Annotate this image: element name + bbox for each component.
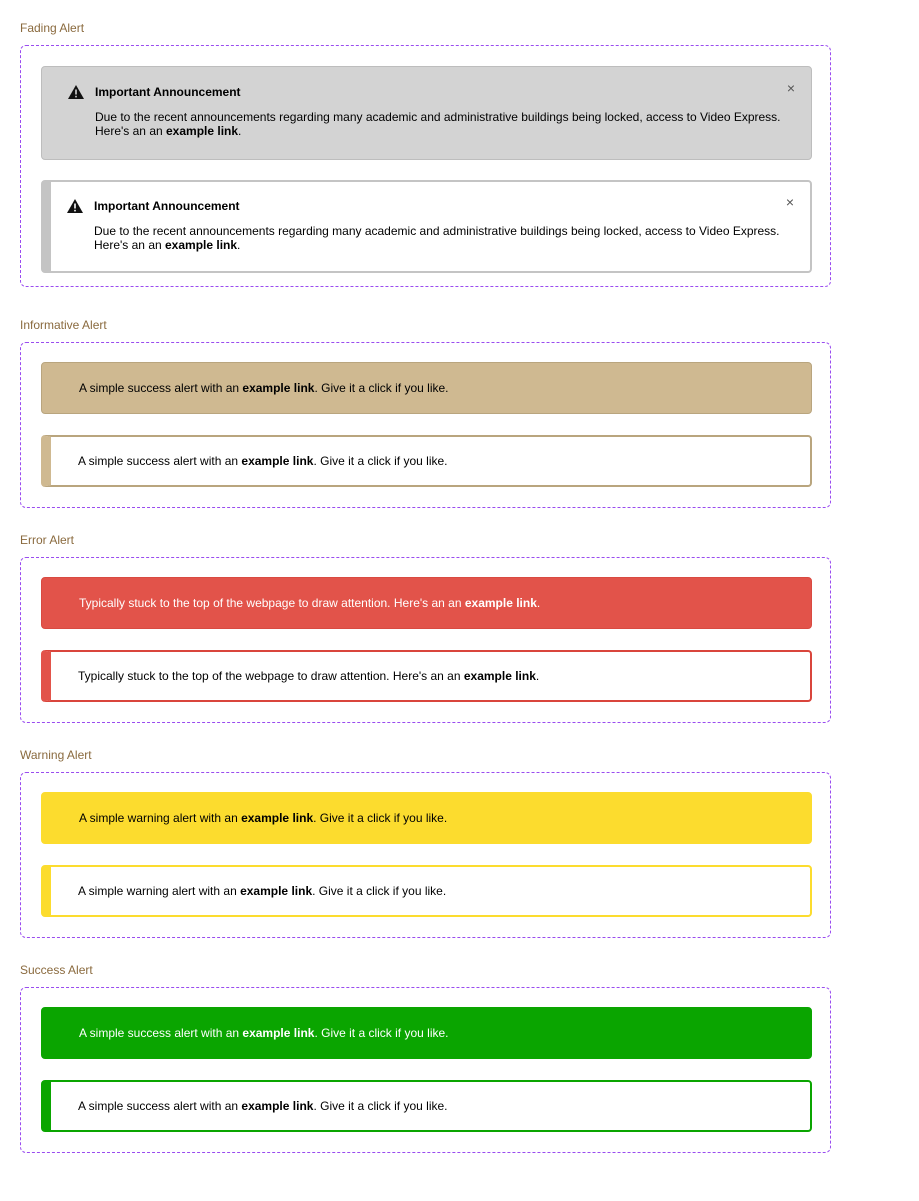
example-link[interactable]: example link bbox=[165, 238, 237, 252]
example-link[interactable]: example link bbox=[465, 596, 537, 610]
example-link[interactable]: example link bbox=[242, 381, 314, 395]
error-alert-group: Typically stuck to the top of the webpag… bbox=[20, 557, 831, 723]
alert-body-suffix: . bbox=[237, 238, 241, 252]
example-link[interactable]: example link bbox=[241, 1099, 313, 1113]
section-label-warning: Warning Alert bbox=[20, 748, 92, 762]
example-link[interactable]: example link bbox=[166, 124, 238, 138]
alert-text-suffix: . Give it a click if you like. bbox=[312, 884, 447, 898]
alert-text-suffix: . bbox=[535, 669, 540, 683]
alert-text-prefix: Typically stuck to the top of the webpag… bbox=[78, 669, 464, 683]
warning-alert-outlined: A simple warning alert with an example l… bbox=[41, 865, 812, 917]
fading-alert-group: Important Announcement Due to the recent… bbox=[20, 45, 831, 287]
alert-text-prefix: A simple success alert with an bbox=[79, 1026, 243, 1040]
example-link[interactable]: example link bbox=[241, 454, 313, 468]
alert-text-suffix: . Give it a click if you like. bbox=[314, 1026, 449, 1040]
close-icon[interactable]: × bbox=[787, 81, 795, 95]
error-alert-filled: Typically stuck to the top of the webpag… bbox=[41, 577, 812, 629]
informative-alert-filled: A simple success alert with an example l… bbox=[41, 362, 812, 414]
alert-text-prefix: A simple success alert with an bbox=[78, 454, 242, 468]
alert-text: A simple success alert with an example l… bbox=[78, 1099, 448, 1113]
warning-triangle-icon bbox=[68, 85, 84, 99]
alert-text: A simple success alert with an example l… bbox=[78, 454, 448, 468]
error-alert-outlined: Typically stuck to the top of the webpag… bbox=[41, 650, 812, 702]
example-link[interactable]: example link bbox=[240, 884, 312, 898]
alert-text-prefix: A simple warning alert with an bbox=[79, 811, 242, 825]
alert-body: Due to the recent announcements regardin… bbox=[94, 224, 794, 252]
alert-body-suffix: . bbox=[238, 124, 242, 138]
section-label-success: Success Alert bbox=[20, 963, 93, 977]
alert-text-suffix: . Give it a click if you like. bbox=[313, 811, 448, 825]
section-label-informative: Informative Alert bbox=[20, 318, 107, 332]
fading-alert-outlined: Important Announcement Due to the recent… bbox=[41, 180, 812, 273]
success-alert-outlined: A simple success alert with an example l… bbox=[41, 1080, 812, 1132]
informative-alert-group: A simple success alert with an example l… bbox=[20, 342, 831, 508]
alert-text-prefix: Typically stuck to the top of the webpag… bbox=[79, 596, 465, 610]
alert-text-suffix: . Give it a click if you like. bbox=[313, 1099, 448, 1113]
example-link[interactable]: example link bbox=[464, 669, 536, 683]
alert-text-prefix: A simple success alert with an bbox=[78, 1099, 242, 1113]
example-link[interactable]: example link bbox=[242, 1026, 314, 1040]
alert-body-prefix: Here's an an bbox=[94, 238, 165, 252]
section-label-fading: Fading Alert bbox=[20, 21, 85, 35]
alert-text: Typically stuck to the top of the webpag… bbox=[78, 669, 539, 683]
alert-body: Due to the recent announcements regardin… bbox=[95, 110, 795, 138]
success-alert-filled: A simple success alert with an example l… bbox=[41, 1007, 812, 1059]
fading-alert-filled: Important Announcement Due to the recent… bbox=[41, 66, 812, 160]
alert-text-suffix: . Give it a click if you like. bbox=[314, 381, 449, 395]
alert-body-line2: Here's an an example link. bbox=[95, 124, 795, 138]
success-alert-group: A simple success alert with an example l… bbox=[20, 987, 831, 1153]
alert-text-prefix: A simple success alert with an bbox=[79, 381, 243, 395]
example-link[interactable]: example link bbox=[241, 811, 313, 825]
close-icon[interactable]: × bbox=[786, 195, 794, 209]
alert-title: Important Announcement bbox=[94, 199, 240, 213]
alert-text: Typically stuck to the top of the webpag… bbox=[79, 596, 540, 610]
alert-text-prefix: A simple warning alert with an bbox=[78, 884, 241, 898]
alert-body-line2: Here's an an example link. bbox=[94, 238, 794, 252]
alert-body-line1: Due to the recent announcements regardin… bbox=[95, 110, 781, 124]
section-label-error: Error Alert bbox=[20, 533, 75, 547]
alert-text: A simple warning alert with an example l… bbox=[78, 884, 446, 898]
alert-body-prefix: Here's an an bbox=[95, 124, 166, 138]
alert-text: A simple success alert with an example l… bbox=[79, 1026, 449, 1040]
warning-alert-filled: A simple warning alert with an example l… bbox=[41, 792, 812, 844]
alert-title: Important Announcement bbox=[95, 85, 241, 99]
alert-text-suffix: . Give it a click if you like. bbox=[313, 454, 448, 468]
alert-text: A simple success alert with an example l… bbox=[79, 381, 449, 395]
alert-body-line1: Due to the recent announcements regardin… bbox=[94, 224, 780, 238]
warning-alert-group: A simple warning alert with an example l… bbox=[20, 772, 831, 938]
warning-triangle-icon bbox=[67, 199, 83, 213]
informative-alert-outlined: A simple success alert with an example l… bbox=[41, 435, 812, 487]
alert-text-suffix: . bbox=[536, 596, 541, 610]
alert-text: A simple warning alert with an example l… bbox=[79, 811, 447, 825]
